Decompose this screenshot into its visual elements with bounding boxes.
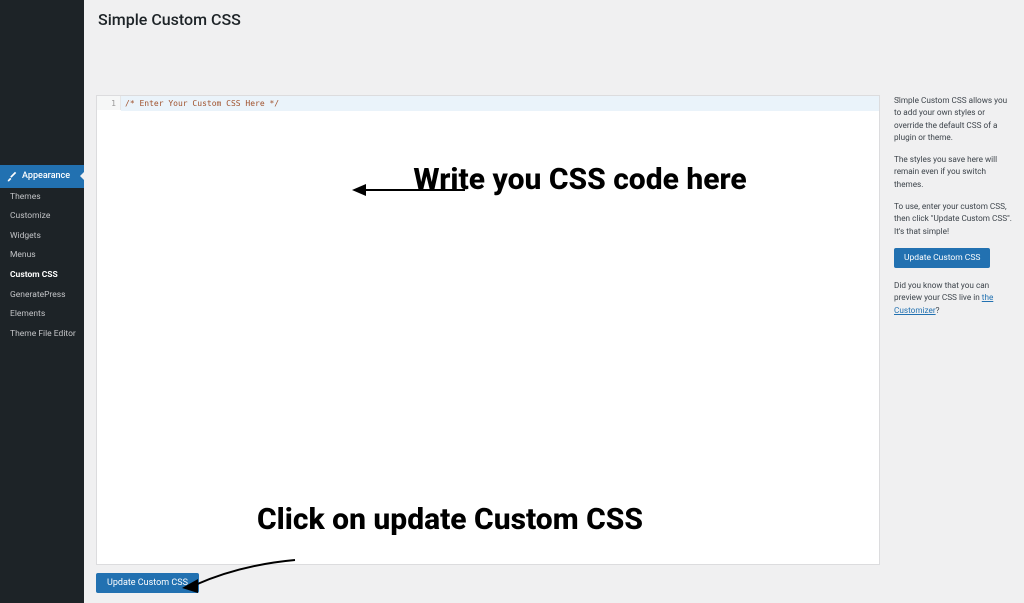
admin-sidebar: Appearance Themes Customize Widgets Menu… [0, 0, 84, 603]
update-custom-css-button-bottom[interactable]: Update Custom CSS [96, 573, 199, 593]
panel-description-3: To use, enter your custom CSS, then clic… [894, 201, 1012, 238]
css-placeholder-comment: /* Enter Your Custom CSS Here */ [125, 98, 279, 109]
sidebar-item-label: Appearance [22, 170, 70, 183]
submenu-widgets[interactable]: Widgets [0, 227, 84, 247]
panel-description-2: The styles you save here will remain eve… [894, 154, 1012, 191]
content-body: 1 /* Enter Your Custom CSS Here */ ^ Upd… [84, 95, 1024, 593]
editor-column: 1 /* Enter Your Custom CSS Here */ ^ Upd… [96, 95, 880, 593]
sidebar-spacer [0, 0, 84, 165]
submenu-customize[interactable]: Customize [0, 207, 84, 227]
line-number-gutter: 1 [97, 96, 121, 110]
submenu-themes[interactable]: Themes [0, 188, 84, 208]
brush-icon [6, 170, 18, 182]
tip-suffix: ? [936, 306, 940, 316]
side-panel: Simple Custom CSS allows you to add your… [894, 95, 1012, 593]
submenu-elements[interactable]: Elements [0, 305, 84, 325]
main-content: Simple Custom CSS 1 /* Enter Your Custom… [84, 0, 1024, 603]
submenu-menus[interactable]: Menus [0, 246, 84, 266]
page-title: Simple Custom CSS [84, 0, 1024, 37]
css-code-editor[interactable]: 1 /* Enter Your Custom CSS Here */ ^ [96, 95, 880, 565]
submenu-theme-file-editor[interactable]: Theme File Editor [0, 325, 84, 345]
editor-scroll-marker: ^ [897, 96, 903, 566]
submenu-custom-css[interactable]: Custom CSS [0, 266, 84, 286]
panel-tip: Did you know that you can preview your C… [894, 280, 1012, 317]
tip-prefix: Did you know that you can preview your C… [894, 281, 989, 303]
update-custom-css-button-side[interactable]: Update Custom CSS [894, 248, 990, 268]
sidebar-item-appearance[interactable]: Appearance [0, 165, 84, 188]
submenu-generatepress[interactable]: GeneratePress [0, 286, 84, 306]
panel-description-1: Simple Custom CSS allows you to add your… [894, 95, 1012, 144]
